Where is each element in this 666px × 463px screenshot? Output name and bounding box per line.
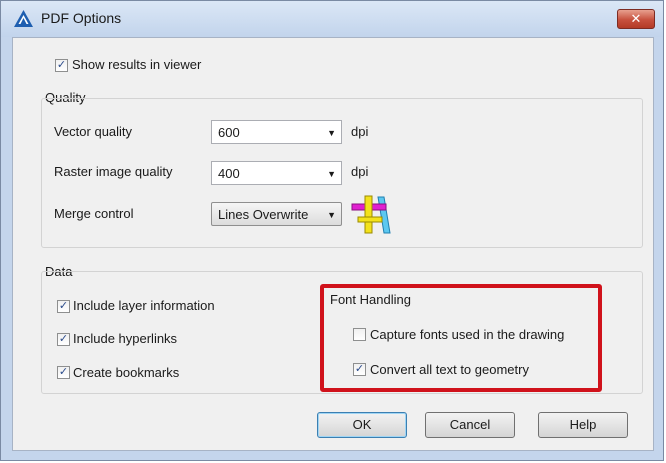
checkmark-icon: ✓ xyxy=(58,300,69,312)
raster-quality-combo[interactable]: 400 ▼ xyxy=(211,161,342,185)
close-button[interactable]: ✕ xyxy=(617,9,655,29)
dialog-body: ✓ Show results in viewer Quality Vector … xyxy=(12,37,654,451)
include-layer-checkbox[interactable]: ✓ xyxy=(57,300,70,313)
chevron-down-icon: ▼ xyxy=(327,128,336,138)
vector-quality-unit: dpi xyxy=(351,124,369,139)
close-icon: ✕ xyxy=(630,11,642,26)
pdf-options-dialog: PDF Options ✕ ✓ Show results in viewer Q… xyxy=(0,0,664,461)
vector-quality-label: Vector quality xyxy=(54,124,133,139)
create-bookmarks-label: Create bookmarks xyxy=(73,365,180,380)
merge-control-value: Lines Overwrite xyxy=(218,207,309,222)
checkmark-icon: ✓ xyxy=(58,333,69,345)
help-button[interactable]: Help xyxy=(538,412,628,438)
ok-button[interactable]: OK xyxy=(317,412,407,438)
include-hyperlinks-label: Include hyperlinks xyxy=(73,331,178,346)
vector-quality-value: 600 xyxy=(218,125,240,140)
font-handling-highlight xyxy=(320,284,602,392)
include-hyperlinks-checkbox[interactable]: ✓ xyxy=(57,333,70,346)
merge-control-label: Merge control xyxy=(54,206,134,221)
raster-quality-label: Raster image quality xyxy=(54,164,173,179)
raster-quality-value: 400 xyxy=(218,166,240,181)
chevron-down-icon: ▼ xyxy=(327,169,336,179)
create-bookmarks-checkbox[interactable]: ✓ xyxy=(57,366,70,379)
autocad-logo-icon xyxy=(14,10,33,27)
merge-control-combo[interactable]: Lines Overwrite ▼ xyxy=(211,202,342,226)
dialog-title: PDF Options xyxy=(41,10,122,26)
raster-quality-unit: dpi xyxy=(351,164,369,179)
include-layer-label: Include layer information xyxy=(73,298,215,313)
lines-overwrite-icon xyxy=(351,195,391,234)
vector-quality-combo[interactable]: 600 ▼ xyxy=(211,120,342,144)
show-results-checkbox[interactable]: ✓ xyxy=(55,59,68,72)
chevron-down-icon: ▼ xyxy=(327,210,336,220)
checkmark-icon: ✓ xyxy=(56,59,67,71)
checkmark-icon: ✓ xyxy=(58,366,69,378)
cancel-button[interactable]: Cancel xyxy=(425,412,515,438)
title-bar[interactable]: PDF Options ✕ xyxy=(1,1,663,37)
show-results-label: Show results in viewer xyxy=(72,57,202,72)
